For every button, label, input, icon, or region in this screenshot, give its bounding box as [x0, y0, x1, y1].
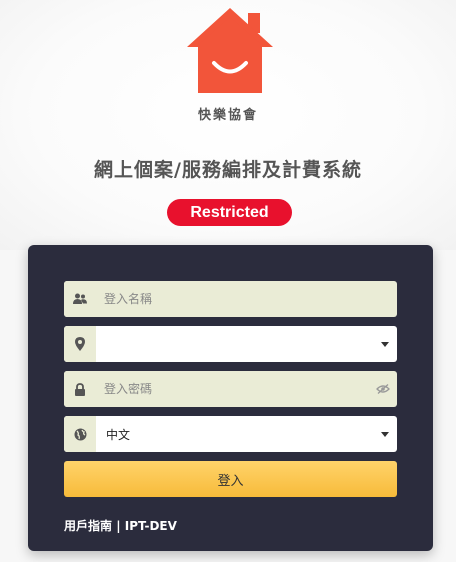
globe-icon — [64, 416, 96, 452]
lock-icon — [64, 371, 96, 407]
eye-slash-icon[interactable] — [369, 384, 397, 394]
logo-text: 快樂協會 — [197, 108, 258, 123]
username-field — [64, 281, 397, 317]
house-logo-icon — [184, 5, 276, 97]
caret-down-icon[interactable] — [373, 340, 397, 349]
user-guide-link[interactable]: 用戶指南 — [64, 519, 112, 533]
footer-links: 用戶指南 | IPT-DEV — [64, 517, 177, 534]
login-button[interactable]: 登入 — [64, 461, 397, 497]
environment-label: IPT-DEV — [124, 519, 177, 533]
password-input[interactable] — [96, 371, 369, 407]
map-marker-icon — [64, 326, 96, 362]
header-area: 快樂協會 網上個案/服務編排及計費系統 Restricted — [0, 0, 456, 250]
footer-separator: | — [116, 519, 121, 533]
username-input[interactable] — [96, 281, 397, 317]
location-select[interactable] — [64, 326, 397, 362]
page-title: 網上個案/服務編排及計費系統 — [94, 159, 362, 181]
password-field — [64, 371, 397, 407]
users-icon — [64, 281, 96, 317]
language-value: 中文 — [106, 427, 131, 442]
restricted-badge: Restricted — [167, 199, 292, 226]
language-select[interactable]: 中文 — [64, 416, 397, 452]
login-panel: 中文 登入 用戶指南 | IPT-DEV — [28, 245, 433, 551]
caret-down-icon[interactable] — [373, 430, 397, 439]
